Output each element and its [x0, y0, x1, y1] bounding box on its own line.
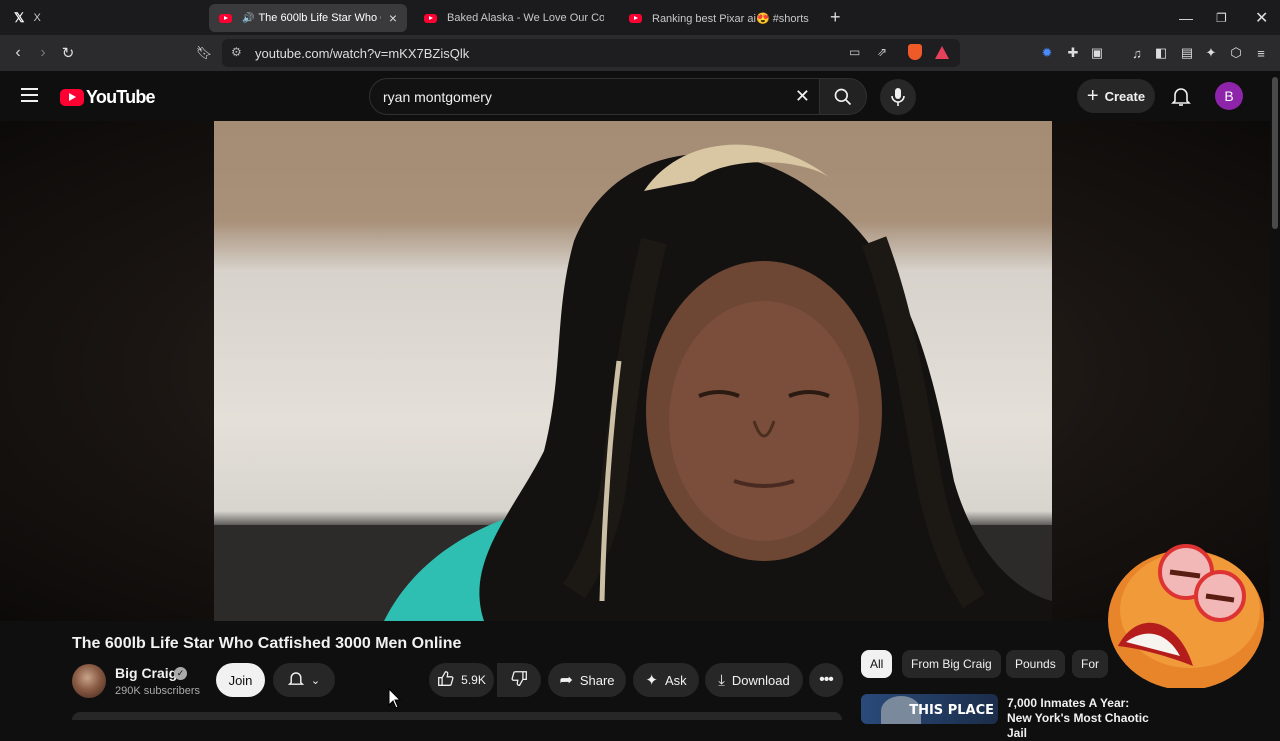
create-label: Create — [1104, 88, 1146, 104]
restore-button[interactable]: ❐ — [1216, 0, 1227, 35]
minimize-button[interactable]: — — [1179, 0, 1193, 35]
leo-ai-icon[interactable]: ✦ — [1203, 45, 1219, 61]
more-dots-icon: ••• — [819, 671, 834, 688]
scrollbar-thumb[interactable] — [1272, 77, 1278, 229]
voice-search-button[interactable] — [880, 79, 916, 115]
tab-label: The 600lb Life Star Who Catfished — [258, 12, 380, 24]
channel-row: Big Craig ✓ 290K subscribers Join ⌄ 5.9K… — [72, 662, 852, 702]
tab-active-video[interactable]: 🔊 The 600lb Life Star Who Catfished × — [209, 4, 407, 32]
media-icon[interactable]: ♫ — [1129, 45, 1145, 61]
brave-rewards-icon[interactable] — [935, 46, 949, 59]
youtube-header: YouTube ryan montgomery ✕ + Create B — [0, 71, 1280, 121]
verified-check-icon: ✓ — [174, 667, 187, 680]
youtube-play-icon — [60, 89, 84, 106]
account-avatar[interactable]: B — [1215, 82, 1243, 110]
x-logo-icon: 𝕏 — [14, 10, 25, 25]
browser-tab-bar: 𝕏 X 🔊 The 600lb Life Star Who Catfished … — [0, 0, 1280, 35]
extension-gear-icon[interactable]: ✹ — [1039, 45, 1055, 61]
thumbs-down-icon — [510, 670, 528, 690]
tab-pixar[interactable]: Ranking best Pixar ai😍 #shorts #pixar — [619, 4, 819, 32]
tab-baked-alaska[interactable]: Baked Alaska - We Love Our Cops [LI — [414, 4, 614, 32]
more-actions-button[interactable]: ••• — [809, 663, 843, 697]
extension-box-icon[interactable]: ▣ — [1089, 45, 1105, 61]
video-title: The 600lb Life Star Who Catfished 3000 M… — [72, 635, 462, 652]
share-label: Share — [579, 672, 615, 688]
vpn-icon[interactable]: ⬡ — [1228, 45, 1244, 61]
forward-icon[interactable]: › — [31, 41, 55, 65]
hamburger-menu-icon[interactable] — [21, 88, 38, 102]
back-icon[interactable]: ‹ — [6, 41, 30, 65]
join-label: Join — [228, 672, 253, 688]
share-arrow-icon: ➦ — [559, 672, 573, 689]
youtube-wordmark: YouTube — [86, 87, 156, 107]
share-button[interactable]: ➦ Share — [548, 663, 626, 697]
description-box-edge — [72, 712, 842, 720]
page-scrollbar[interactable] — [1270, 71, 1280, 720]
close-tab-icon[interactable]: × — [389, 10, 397, 26]
wallet-icon[interactable]: ▤ — [1179, 45, 1195, 61]
video-frame-woman — [214, 144, 1052, 621]
channel-name[interactable]: Big Craig — [115, 665, 177, 681]
share-page-icon[interactable]: ⇗ — [877, 45, 887, 59]
angry-emoji-sticker — [1108, 544, 1264, 688]
cast-icon[interactable]: ▭ — [849, 45, 860, 59]
search-button[interactable] — [819, 78, 867, 115]
subscriber-count: 290K subscribers — [115, 685, 200, 697]
search-input[interactable]: ryan montgomery ✕ — [369, 78, 825, 115]
site-settings-icon[interactable]: ⚙ — [231, 45, 242, 59]
reload-icon[interactable]: ↻ — [56, 41, 80, 65]
notifications-bell-icon[interactable] — [1171, 86, 1191, 112]
sparkle-icon: ✦ — [645, 672, 658, 689]
youtube-favicon-icon — [219, 13, 232, 23]
notification-subscribe-button[interactable]: ⌄ — [273, 663, 335, 697]
thumbs-up-icon — [437, 670, 454, 690]
search-input-value: ryan montgomery — [383, 88, 492, 105]
chip-from-big-craig[interactable]: From Big Craig — [902, 650, 1001, 678]
youtube-logo[interactable]: YouTube — [60, 87, 156, 108]
url-field[interactable]: ⚙ youtube.com/watch?v=mKX7BZisQlk ▭ ⇗ — [222, 39, 960, 67]
youtube-favicon-icon — [629, 13, 642, 23]
mouse-cursor-icon — [388, 688, 402, 709]
thumbnail-text: THIS PLACE — [909, 703, 994, 718]
tab-x[interactable]: 𝕏 X — [4, 4, 204, 32]
clear-search-icon[interactable]: ✕ — [795, 86, 810, 107]
sidebar-icon[interactable]: ◧ — [1153, 45, 1169, 61]
plus-icon: + — [1086, 84, 1099, 107]
bookmark-icon[interactable]: 🔖︎ — [192, 41, 216, 65]
brave-shield-icon[interactable] — [908, 44, 922, 60]
tab-label: X — [33, 12, 41, 24]
download-icon: ⤓ — [718, 671, 725, 689]
dislike-button[interactable] — [497, 663, 541, 697]
menu-icon[interactable]: ≡ — [1253, 45, 1269, 61]
video-player-area — [0, 121, 1270, 621]
tab-label: Baked Alaska - We Love Our Cops [LI — [447, 12, 604, 24]
download-label: Download — [731, 672, 790, 688]
channel-avatar[interactable] — [72, 664, 106, 698]
search-icon — [834, 88, 852, 105]
like-button[interactable]: 5.9K — [429, 663, 494, 697]
microphone-icon — [891, 88, 905, 106]
chip-pounds[interactable]: Pounds — [1006, 650, 1065, 678]
extensions-puzzle-icon[interactable]: ✚ — [1065, 45, 1081, 61]
join-button[interactable]: Join — [216, 663, 265, 697]
create-button[interactable]: + Create — [1077, 79, 1155, 113]
close-window-button[interactable]: ✕ — [1255, 0, 1268, 35]
ask-button[interactable]: ✦ Ask — [633, 663, 699, 697]
bell-icon — [287, 670, 305, 691]
address-bar-row: ‹ › ↻ 🔖︎ ⚙ youtube.com/watch?v=mKX7BZisQ… — [0, 35, 1280, 71]
like-count: 5.9K — [461, 673, 486, 687]
video-player[interactable] — [214, 121, 1052, 621]
youtube-favicon-icon — [424, 13, 437, 23]
tab-label: Ranking best Pixar ai😍 #shorts #pixar — [652, 12, 809, 25]
chevron-down-icon: ⌄ — [310, 674, 321, 687]
new-tab-button[interactable]: + — [830, 0, 841, 35]
download-button[interactable]: ⤓ Download — [705, 663, 803, 697]
speaker-icon: 🔊 — [242, 12, 255, 24]
url-text: youtube.com/watch?v=mKX7BZisQlk — [255, 45, 470, 61]
chip-all[interactable]: All — [861, 650, 893, 678]
recommended-video-title[interactable]: 7,000 Inmates A Year: New York's Most Ch… — [1007, 696, 1157, 741]
ask-label: Ask — [664, 672, 687, 688]
